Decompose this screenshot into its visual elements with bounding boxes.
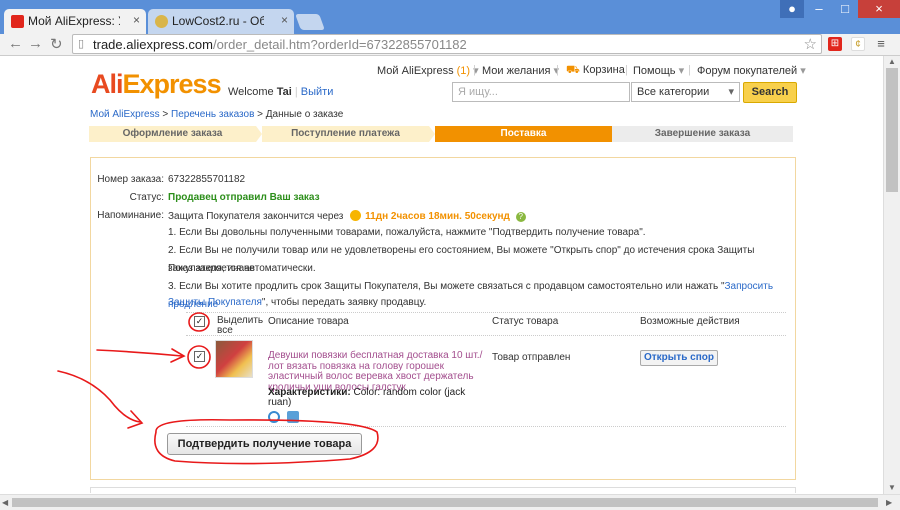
order-status: Продавец отправил Ваш заказ	[168, 192, 320, 203]
tab-title: LowCost2.ru - Обзор	[172, 14, 264, 28]
step-complete: Завершение заказа	[612, 126, 793, 142]
browser-tabstrip: Мой AliExpress: Упра × LowCost2.ru - Обз…	[0, 0, 900, 34]
item-status: Товар отправлен	[492, 352, 571, 363]
breadcrumb-my-aliexpress[interactable]: Мой AliExpress	[90, 109, 160, 120]
divider	[186, 426, 786, 427]
username: Tai	[276, 86, 292, 98]
order-number: 67322855701182	[168, 174, 246, 185]
tab-aliexpress[interactable]: Мой AliExpress: Упра ×	[4, 9, 146, 34]
scroll-up-icon[interactable]: ▲	[888, 57, 896, 66]
search-button[interactable]: Search	[743, 82, 797, 103]
clock-icon	[350, 210, 362, 221]
product-characteristics: Характеристики: Color: random color (jac…	[268, 387, 466, 408]
coupon-extension-icon[interactable]: ¢	[851, 37, 865, 51]
aliexpress-extension-icon[interactable]: ⊞	[828, 37, 842, 51]
close-tab-icon[interactable]: ×	[281, 13, 288, 27]
protection-timer: 11дн 2часов 18мин. 50секунд	[365, 211, 510, 222]
help-icon[interactable]: ?	[515, 212, 526, 222]
product-thumbnail[interactable]	[215, 340, 253, 378]
new-tab-button[interactable]	[295, 14, 325, 30]
close-window-button[interactable]: ×	[858, 0, 900, 18]
breadcrumb-order-list[interactable]: Перечень заказов	[171, 109, 254, 120]
scroll-left-icon[interactable]: ◀	[2, 498, 8, 507]
page-icon: ▯	[78, 38, 85, 50]
cart-icon: ⛟	[566, 64, 580, 76]
url-path: /order_detail.htm?orderId=67322855701182	[212, 37, 467, 52]
select-all-checkbox[interactable]: ✓	[194, 316, 205, 327]
chevron-down-icon: ▾	[800, 65, 806, 77]
menu-icon[interactable]: ≡	[874, 37, 888, 51]
item-checkbox[interactable]: ✓	[194, 351, 205, 362]
scroll-right-icon[interactable]: ▶	[886, 498, 892, 507]
minimize-button[interactable]: –	[806, 0, 832, 18]
tab-lowcost2[interactable]: LowCost2.ru - Обзор ×	[148, 9, 294, 34]
maximize-button[interactable]: □	[832, 0, 858, 18]
address-bar[interactable]: ▯ trade.aliexpress.com/order_detail.htm?…	[72, 34, 822, 54]
category-select[interactable]: Все категории ▾	[631, 82, 740, 102]
forward-arrow-icon[interactable]: →	[28, 35, 43, 52]
extend-protection-link-cont[interactable]: Защиты Покупателя	[168, 297, 262, 308]
bookmark-star-icon[interactable]: ☆	[804, 35, 817, 53]
snapshot-icon[interactable]	[287, 411, 299, 423]
scroll-thumb[interactable]	[12, 498, 878, 507]
scroll-down-icon[interactable]: ▼	[888, 483, 896, 492]
user-profile-icon[interactable]: ●	[780, 0, 804, 18]
divider	[186, 335, 786, 336]
status-label: Статус:	[129, 192, 164, 203]
chevron-down-icon: ▾	[678, 65, 685, 77]
order-number-label: Номер заказа:	[97, 174, 164, 185]
open-dispute-button[interactable]: Открыть спор	[640, 350, 718, 366]
reminder: Защита Покупателя закончится через 11дн …	[168, 210, 526, 222]
scroll-thumb[interactable]	[886, 68, 898, 192]
alarm-clock-icon[interactable]	[268, 411, 280, 423]
instruction-2-cont: заказ закроется автоматически.	[168, 263, 316, 274]
my-aliexpress-menu[interactable]: Мой AliExpress (1) ▾	[377, 64, 479, 77]
step-shipping: Поставка	[435, 126, 612, 142]
reload-icon[interactable]: ↻	[50, 35, 63, 53]
col-actions: Возможные действия	[640, 316, 740, 327]
instruction-3-cont: Защиты Покупателя", чтобы передать заявк…	[168, 297, 427, 308]
url-domain: trade.aliexpress.com	[93, 37, 213, 52]
aliexpress-favicon-icon	[11, 15, 24, 28]
search-input[interactable]: Я ищу...	[452, 82, 630, 102]
col-status: Статус товара	[492, 316, 559, 327]
welcome-text: Welcome Tai | Выйти	[228, 86, 334, 98]
help-menu[interactable]: Помощь ▾	[633, 64, 684, 77]
close-tab-icon[interactable]: ×	[133, 13, 140, 27]
reminder-label: Напоминание:	[97, 210, 164, 221]
browser-toolbar: ← → ↻ ▯ trade.aliexpress.com/order_detai…	[0, 34, 900, 56]
lowcost-favicon-icon	[155, 15, 168, 28]
cart-link[interactable]: ⛟ Корзина	[566, 64, 625, 78]
instruction-1: 1. Если Вы довольны полученными товарами…	[168, 227, 646, 238]
vertical-scrollbar[interactable]: ▲ ▼	[883, 56, 900, 494]
wishlist-menu[interactable]: Мои желания ▾	[482, 64, 559, 77]
select-all-label: Выделить все	[217, 315, 264, 336]
breadcrumb: Мой AliExpress > Перечень заказов > Данн…	[90, 109, 344, 120]
step-payment: Поступление платежа	[262, 126, 429, 142]
back-arrow-icon[interactable]: ←	[8, 35, 23, 52]
logout-link[interactable]: Выйти	[301, 86, 334, 98]
aliexpress-logo[interactable]: AliExpress	[91, 69, 222, 100]
col-description: Описание товара	[268, 316, 349, 327]
confirm-receipt-button[interactable]: Подтвердить получение товара	[167, 433, 362, 455]
tab-title: Мой AliExpress: Упра	[28, 14, 120, 28]
next-panel-edge	[90, 487, 796, 493]
forum-menu[interactable]: Форум покупателей ▾	[697, 64, 806, 77]
horizontal-scrollbar[interactable]: ◀ ▶	[0, 494, 900, 510]
chevron-down-icon: ▾	[728, 86, 734, 98]
order-progress-steps: Оформление заказа Поступление платежа По…	[89, 126, 793, 142]
breadcrumb-current: Данные о заказе	[265, 109, 344, 120]
divider	[186, 312, 786, 313]
step-order-placed: Оформление заказа	[89, 126, 256, 142]
